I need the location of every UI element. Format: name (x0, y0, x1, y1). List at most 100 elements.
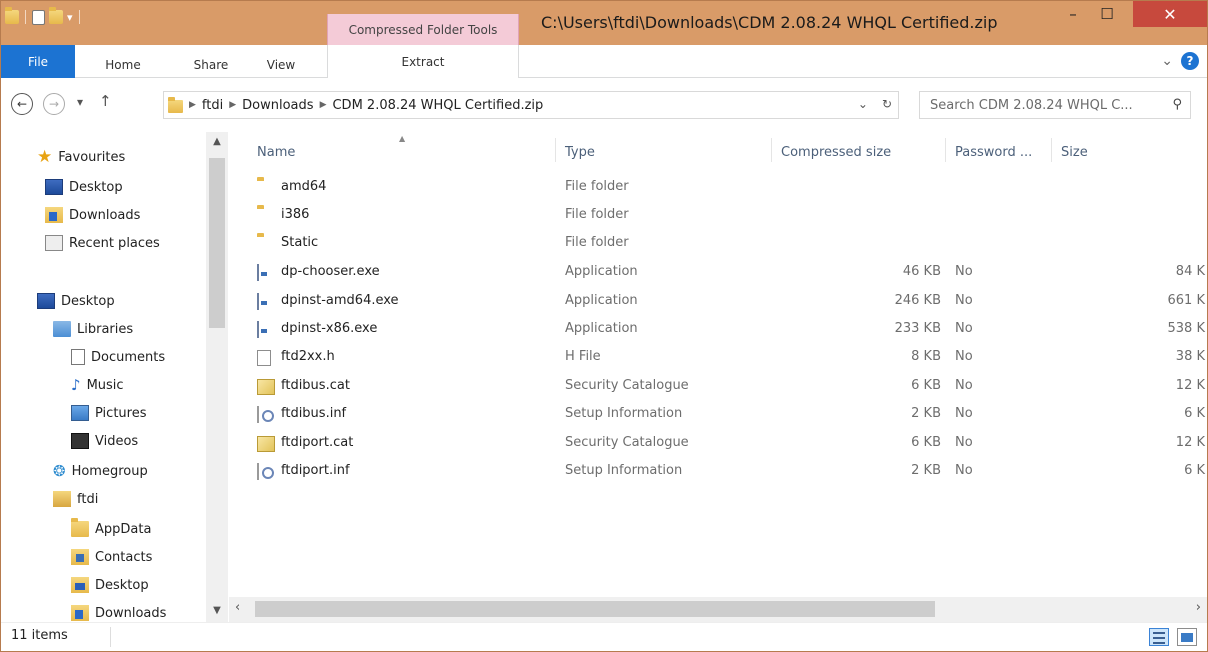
nav-item-libraries[interactable]: Libraries (53, 316, 133, 342)
status-divider (110, 627, 111, 647)
tab-file[interactable]: File (1, 45, 75, 78)
column-header-size[interactable]: Size (1061, 140, 1088, 164)
nav-item-favourites[interactable]: ★ Favourites (37, 144, 125, 170)
file-type: Security Catalogue (565, 435, 689, 450)
search-input[interactable]: Search CDM 2.08.24 WHQL C... ⚲ (919, 91, 1191, 119)
nav-item-music[interactable]: ♪ Music (71, 372, 124, 398)
file-type: H File (565, 349, 601, 364)
forward-button[interactable]: → (43, 93, 65, 115)
folder-icon[interactable] (5, 7, 19, 24)
desktop-folder-icon (71, 577, 89, 593)
column-header-label: Password ... (955, 144, 1033, 160)
nav-item-recent-places[interactable]: Recent places (45, 230, 160, 256)
security-catalogue-icon (257, 436, 275, 452)
search-icon[interactable]: ⚲ (1172, 97, 1182, 112)
file-row[interactable]: Static File folder (229, 230, 1207, 258)
details-view-icon (1153, 642, 1165, 644)
breadcrumb-downloads[interactable]: Downloads (242, 98, 313, 113)
nav-item-documents[interactable]: Documents (71, 344, 165, 370)
back-button[interactable]: ← (11, 93, 33, 115)
nav-item-label: Homegroup (71, 463, 148, 479)
nav-item-downloads-folder[interactable]: Downloads (71, 600, 166, 622)
details-view-button[interactable] (1149, 628, 1169, 646)
scroll-up-icon[interactable]: ▲ (206, 136, 228, 147)
password-protected: No (955, 349, 973, 364)
file-row[interactable]: i386 File folder (229, 202, 1207, 230)
nav-item-label: Desktop (95, 577, 149, 593)
address-bar[interactable]: ▶ ftdi ▶ Downloads ▶ CDM 2.08.24 WHQL Ce… (163, 91, 899, 119)
scroll-left-icon[interactable]: ‹ (235, 600, 240, 615)
file-type: File folder (565, 235, 629, 250)
documents-icon (71, 349, 85, 365)
scrollbar-thumb[interactable] (255, 601, 935, 617)
nav-item-appdata[interactable]: AppData (71, 516, 151, 542)
scroll-right-icon[interactable]: › (1196, 600, 1201, 615)
file-type: Security Catalogue (565, 378, 689, 393)
file-row[interactable]: ftd2xx.h H File 8 KB No 38 K (229, 344, 1207, 372)
column-header-password[interactable]: Password ... (955, 140, 1032, 164)
column-header-compressed-size[interactable]: Compressed size (781, 140, 891, 164)
breadcrumb-zip[interactable]: CDM 2.08.24 WHQL Certified.zip (332, 98, 543, 113)
tab-home[interactable]: Home (93, 52, 153, 78)
toolbar-divider (25, 10, 26, 24)
nav-item-ftdi[interactable]: ftdi (53, 486, 98, 512)
compressed-size: 46 KB (902, 264, 941, 279)
file-row[interactable]: ftdibus.cat Security Catalogue 6 KB No 1… (229, 373, 1207, 401)
nav-item-label: Downloads (95, 605, 167, 621)
maximize-button[interactable]: ☐ (1090, 1, 1124, 27)
refresh-icon[interactable]: ↻ (882, 97, 892, 111)
nav-item-desktop[interactable]: Desktop (45, 174, 123, 200)
file-row[interactable]: ftdibus.inf Setup Information 2 KB No 6 … (229, 401, 1207, 429)
file-type: File folder (565, 179, 629, 194)
nav-item-homegroup[interactable]: ❂ Homegroup (53, 458, 148, 484)
file-row[interactable]: amd64 File folder (229, 174, 1207, 202)
large-icons-view-button[interactable] (1177, 628, 1197, 646)
file-row[interactable]: ftdiport.inf Setup Information 2 KB No 6… (229, 458, 1207, 486)
nav-item-pictures[interactable]: Pictures (71, 400, 146, 426)
folder-icon (71, 518, 89, 537)
column-divider[interactable] (555, 138, 556, 162)
compressed-size: 6 KB (911, 378, 941, 393)
file-row[interactable]: dpinst-x86.exe Application 233 KB No 538… (229, 316, 1207, 344)
expand-ribbon-icon[interactable]: ⌄ (1161, 53, 1173, 69)
recent-locations-icon[interactable]: ▾ (77, 95, 83, 109)
file-row[interactable]: ftdiport.cat Security Catalogue 6 KB No … (229, 430, 1207, 458)
column-header-type[interactable]: Type (565, 140, 595, 164)
column-header-name[interactable]: Name (257, 140, 295, 164)
nav-item-label: Music (86, 377, 124, 393)
file-type: Setup Information (565, 406, 683, 421)
minimize-button[interactable]: – (1056, 1, 1090, 27)
breadcrumb-ftdi[interactable]: ftdi (202, 98, 223, 113)
nav-pane-scrollbar[interactable]: ▲ ▼ (206, 132, 228, 622)
scroll-down-icon[interactable]: ▼ (206, 605, 228, 616)
help-icon[interactable]: ? (1181, 52, 1199, 70)
file-row[interactable]: dp-chooser.exe Application 46 KB No 84 K (229, 259, 1207, 287)
nav-item-desktop-root[interactable]: Desktop (37, 288, 115, 314)
compressed-size: 233 KB (894, 321, 941, 336)
file-row[interactable]: dpinst-amd64.exe Application 246 KB No 6… (229, 288, 1207, 316)
properties-icon[interactable] (32, 9, 45, 25)
customize-toolbar-icon[interactable]: ▾ (67, 11, 73, 24)
tab-view[interactable]: View (255, 52, 307, 78)
application-icon (257, 293, 259, 310)
nav-item-label: Downloads (69, 207, 141, 223)
address-dropdown-icon[interactable]: ⌄ (858, 97, 868, 111)
scrollbar-thumb[interactable] (209, 158, 225, 328)
file-list-scrollbar[interactable]: ‹ › (229, 597, 1207, 622)
tab-extract[interactable]: Extract (327, 45, 519, 78)
nav-item-downloads[interactable]: Downloads (45, 202, 140, 228)
navigation-pane: ★ Favourites Desktop Downloads Recent pl… (1, 132, 229, 622)
nav-item-videos[interactable]: Videos (71, 428, 138, 454)
column-divider[interactable] (1051, 138, 1052, 162)
close-button[interactable]: ✕ (1133, 1, 1207, 27)
explorer-window: ▾ Compressed Folder Tools C:\Users\ftdi\… (0, 0, 1208, 652)
tab-share[interactable]: Share (183, 52, 239, 78)
desktop-icon (37, 293, 55, 309)
nav-item-desktop-folder[interactable]: Desktop (71, 572, 149, 598)
nav-item-contacts[interactable]: Contacts (71, 544, 152, 570)
breadcrumb-separator-icon: ▶ (229, 100, 237, 110)
new-folder-icon[interactable] (49, 7, 63, 24)
up-button[interactable]: ↑ (99, 92, 112, 110)
column-divider[interactable] (945, 138, 946, 162)
column-divider[interactable] (771, 138, 772, 162)
